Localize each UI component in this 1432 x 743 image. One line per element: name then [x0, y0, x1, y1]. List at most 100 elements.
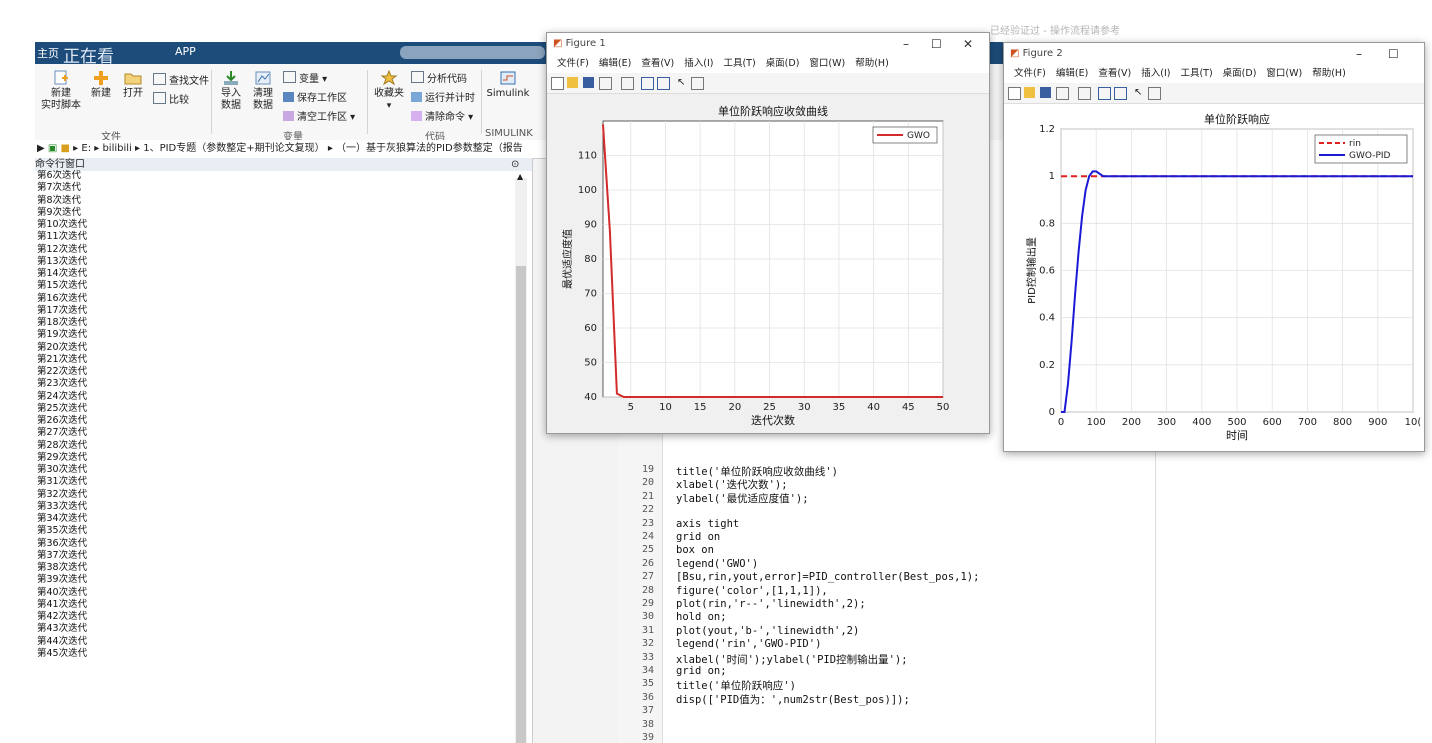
- insert-colorbar-icon[interactable]: [1098, 87, 1111, 100]
- insert-legend-icon[interactable]: [1114, 87, 1127, 100]
- favorites-button[interactable]: 收藏夹 ▾: [372, 70, 406, 112]
- path-segment[interactable]: bilibili: [102, 143, 131, 154]
- new-figure-icon[interactable]: [1008, 87, 1021, 100]
- figure-menu-item[interactable]: 工具(T): [1180, 68, 1212, 79]
- command-window[interactable]: 命令行窗口 ⊙ 第6次迭代 第7次迭代 第8次迭代 第9次迭代 第10次迭代 第11次迭代…: [35, 158, 533, 743]
- figure-menu-item[interactable]: 插入(I): [1141, 68, 1170, 79]
- save-icon[interactable]: [583, 77, 594, 88]
- minimize-button[interactable]: –: [1356, 43, 1362, 65]
- clear-workspace-button[interactable]: 清空工作区 ▾: [283, 108, 355, 123]
- command-output-line: 第35次迭代: [37, 525, 88, 537]
- simulink-button[interactable]: Simulink: [485, 70, 531, 100]
- pointer-icon[interactable]: ↖: [677, 77, 688, 88]
- code-line[interactable]: axis tight: [676, 518, 739, 530]
- link-plot-icon[interactable]: [621, 77, 634, 90]
- figure-menu-item[interactable]: 编辑(E): [1056, 68, 1088, 79]
- command-output-line: 第18次迭代: [37, 317, 88, 328]
- figure-menu-item[interactable]: 窗口(W): [809, 58, 845, 69]
- command-output-line: 第41次迭代: [37, 598, 88, 610]
- scroll-up-icon[interactable]: ▲: [517, 172, 523, 181]
- figure-menu-item[interactable]: 桌面(D): [766, 58, 800, 69]
- open-button[interactable]: 打开: [119, 70, 147, 100]
- maximize-button[interactable]: ☐: [1388, 43, 1399, 65]
- import-data-button[interactable]: 导入 数据: [217, 70, 245, 112]
- insert-colorbar-icon[interactable]: [641, 77, 654, 90]
- code-line[interactable]: ylabel('最优适应度值');: [676, 491, 809, 506]
- panel-menu-icon[interactable]: ⊙: [511, 159, 519, 170]
- minimize-button[interactable]: –: [903, 33, 909, 55]
- figure-2-titlebar[interactable]: ◩ Figure 2 – ☐: [1004, 43, 1424, 65]
- tab-app[interactable]: APP: [175, 45, 196, 58]
- legend-label: GWO: [907, 131, 930, 141]
- command-output-line: 第37次迭代: [37, 549, 88, 561]
- command-output-line: 第14次迭代: [37, 268, 88, 279]
- figure-menu-item[interactable]: 窗口(W): [1266, 68, 1302, 79]
- figure-menu-item[interactable]: 帮助(H): [855, 58, 889, 69]
- clean-data-button[interactable]: 清理 数据: [249, 70, 277, 112]
- figure-menu-item[interactable]: 桌面(D): [1223, 68, 1257, 79]
- figure-menu-item[interactable]: 文件(F): [557, 58, 589, 69]
- code-line[interactable]: hold on;: [676, 611, 727, 623]
- pointer-icon[interactable]: ↖: [1134, 87, 1145, 98]
- figure-menu-item[interactable]: 文件(F): [1014, 68, 1046, 79]
- new-live-script-button[interactable]: 新建 实时脚本: [39, 70, 83, 112]
- code-line[interactable]: [Bsu,rin,yout,error]=PID_controller(Best…: [676, 571, 979, 583]
- path-segment[interactable]: （一）基于灰狼算法的PID参数整定（报告: [336, 143, 523, 154]
- quick-access-toolbar[interactable]: [400, 46, 545, 59]
- back-arrow-icon[interactable]: ▶: [37, 143, 45, 154]
- command-output-line: 第43次迭代: [37, 623, 88, 635]
- open-file-icon[interactable]: [567, 77, 578, 88]
- code-line[interactable]: grid on: [676, 531, 720, 543]
- maximize-button[interactable]: ☐: [931, 33, 942, 55]
- insert-legend-icon[interactable]: [657, 77, 670, 90]
- open-file-icon[interactable]: [1024, 87, 1035, 98]
- code-line[interactable]: grid on;: [676, 665, 727, 677]
- tab-home[interactable]: 主页: [37, 45, 59, 61]
- command-output: 第6次迭代 第7次迭代 第8次迭代 第9次迭代 第10次迭代 第11次迭代 第12次迭代 第1…: [37, 170, 507, 743]
- save-workspace-button[interactable]: 保存工作区: [283, 89, 347, 104]
- run-and-time-button[interactable]: 运行并计时: [411, 89, 475, 104]
- code-line[interactable]: plot(yout,'b-','linewidth',2): [676, 625, 859, 637]
- link-plot-icon[interactable]: [1078, 87, 1091, 100]
- command-output-line: 第25次迭代: [37, 402, 88, 414]
- find-files-button[interactable]: 查找文件: [153, 72, 209, 87]
- code-line[interactable]: figure('color',[1,1,1]),: [676, 585, 828, 597]
- path-segment[interactable]: E:: [81, 143, 91, 154]
- code-line[interactable]: plot(rin,'r--','linewidth',2);: [676, 598, 866, 610]
- print-icon[interactable]: [1056, 87, 1069, 100]
- ribbon-divider: [481, 70, 482, 134]
- scrollbar-thumb[interactable]: [516, 266, 526, 743]
- close-button[interactable]: ✕: [963, 33, 973, 55]
- command-output-line: 第21次迭代: [37, 353, 88, 365]
- x-axis-label: 迭代次数: [751, 413, 795, 427]
- compare-button[interactable]: 比较: [153, 91, 189, 106]
- figure-menu-item[interactable]: 插入(I): [684, 58, 713, 69]
- analyze-code-button[interactable]: 分析代码: [411, 70, 467, 85]
- code-line[interactable]: legend('GWO'): [676, 558, 758, 570]
- print-icon[interactable]: [599, 77, 612, 90]
- path-segment[interactable]: 1、PID专题（参数整定+期刊论文复现）: [143, 143, 324, 154]
- property-editor-icon[interactable]: [691, 77, 704, 90]
- variable-button[interactable]: 变量 ▾: [283, 70, 327, 85]
- figure-2-window[interactable]: ◩ Figure 2 – ☐ 文件(F) 编辑(E) 查看(V) 插入(I) 工具(T)…: [1003, 42, 1425, 452]
- star-icon: [380, 70, 398, 86]
- new-button[interactable]: 新建: [87, 70, 115, 100]
- figure-menu-item[interactable]: 编辑(E): [599, 58, 631, 69]
- clear-commands-button[interactable]: 清除命令 ▾: [411, 108, 473, 123]
- x-tick-label: 600: [1263, 417, 1282, 428]
- code-line[interactable]: disp(['PID值为：',num2str(Best_pos)]);: [676, 692, 910, 707]
- new-figure-icon[interactable]: [551, 77, 564, 90]
- property-editor-icon[interactable]: [1148, 87, 1161, 100]
- figure-1-titlebar[interactable]: ◩ Figure 1 – ☐ ✕: [547, 33, 989, 55]
- folder-up-icon[interactable]: ▣: [48, 143, 57, 154]
- figure-menu-item[interactable]: 帮助(H): [1312, 68, 1346, 79]
- figure-menu-item[interactable]: 查看(V): [1098, 68, 1131, 79]
- figure-1-window[interactable]: ◩ Figure 1 – ☐ ✕ 文件(F) 编辑(E) 查看(V) 插入(I) 工具(…: [546, 32, 990, 434]
- y-tick-label: 0: [1049, 407, 1055, 418]
- code-line[interactable]: legend('rin','GWO-PID'): [676, 638, 821, 650]
- browse-folder-icon[interactable]: ■: [61, 143, 70, 154]
- figure-menu-item[interactable]: 查看(V): [641, 58, 674, 69]
- save-icon[interactable]: [1040, 87, 1051, 98]
- figure-menu-item[interactable]: 工具(T): [723, 58, 755, 69]
- code-line[interactable]: box on: [676, 544, 714, 556]
